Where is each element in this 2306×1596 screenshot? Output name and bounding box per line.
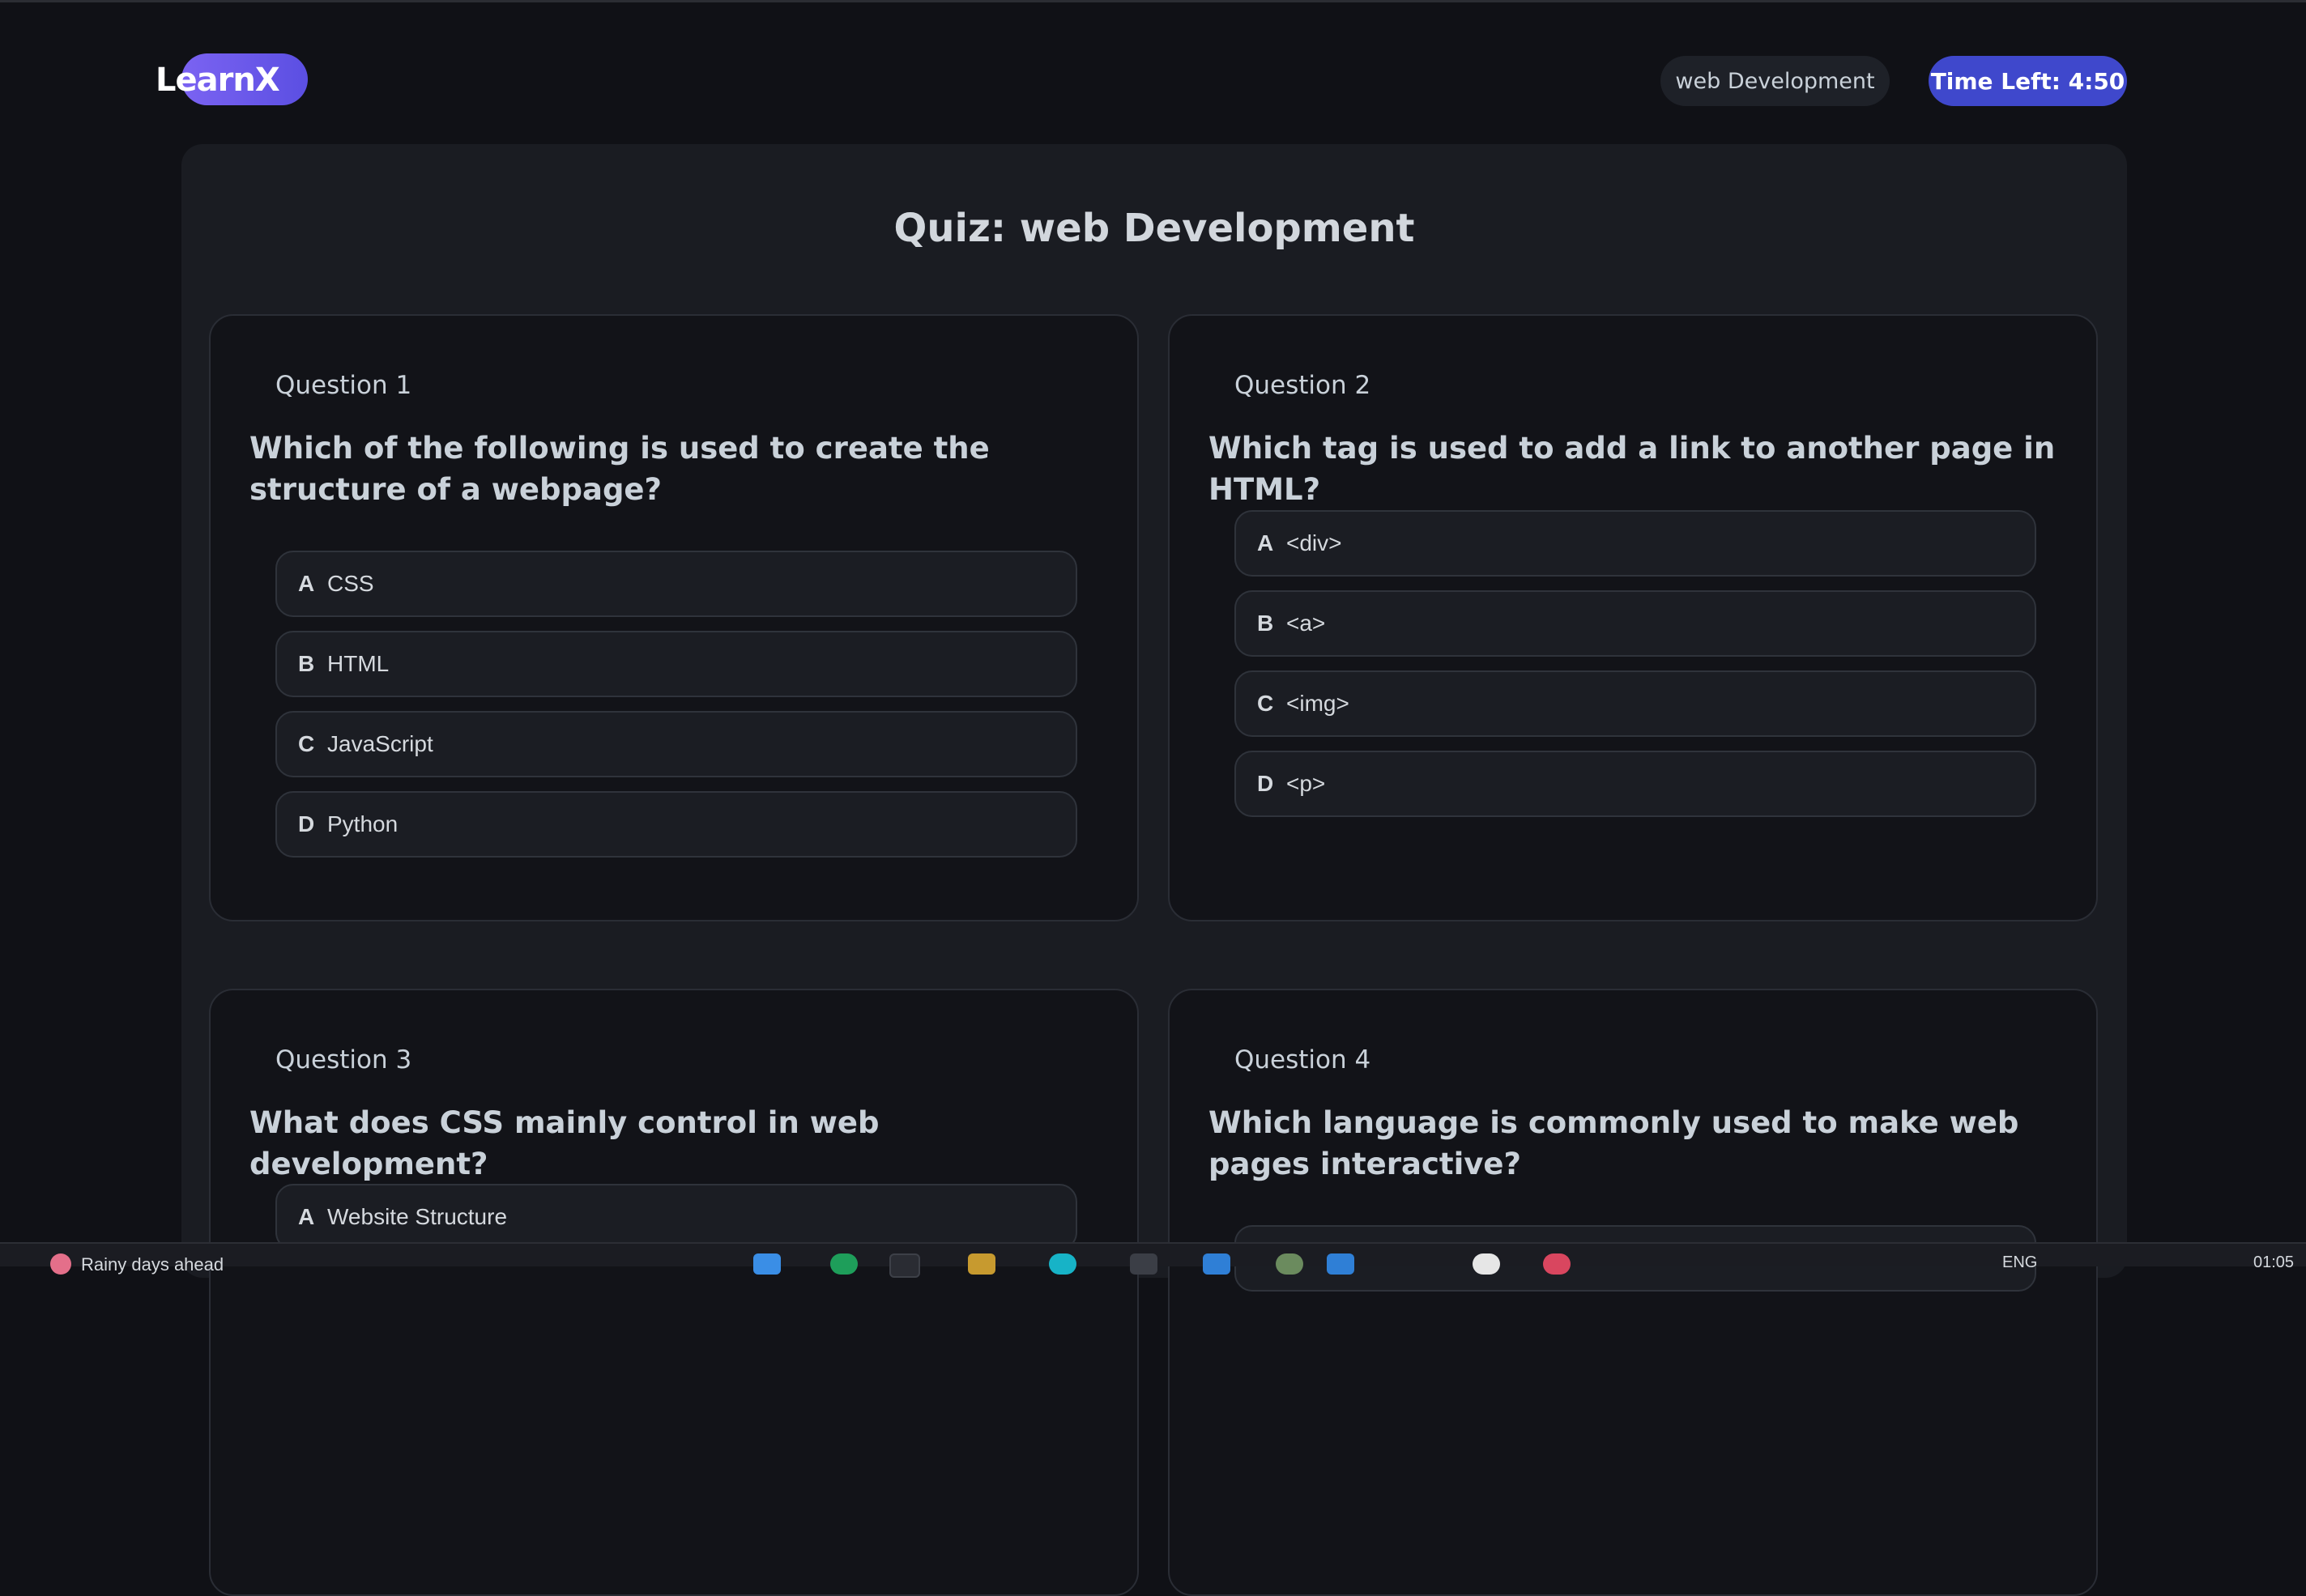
- code-editor-icon[interactable]: [1203, 1253, 1230, 1275]
- start-icon[interactable]: [753, 1253, 781, 1275]
- question-card-1: Question 1 Which of the following is use…: [209, 314, 1139, 921]
- weather-text[interactable]: Rainy days ahead: [81, 1254, 224, 1275]
- question-card-2: Question 2 Which tag is used to add a li…: [1168, 314, 2098, 921]
- app-icon[interactable]: [1473, 1253, 1500, 1275]
- option-text: <a>: [1286, 611, 1326, 636]
- option-letter: D: [1257, 771, 1274, 796]
- option-c[interactable]: C <img>: [1234, 670, 2036, 737]
- messaging-icon[interactable]: [1049, 1253, 1076, 1275]
- question-text: What does CSS mainly control in web deve…: [249, 1105, 880, 1181]
- question-text: Which of the following is used to create…: [249, 431, 990, 507]
- file-explorer-icon[interactable]: [968, 1253, 995, 1275]
- question-label: Question 3: [275, 1045, 412, 1075]
- question-text: Which language is commonly used to make …: [1208, 1105, 2019, 1181]
- clock[interactable]: 01:05: [2253, 1253, 2294, 1272]
- quiz-title: Quiz: web Development: [893, 206, 1415, 251]
- media-icon[interactable]: [1543, 1253, 1571, 1275]
- option-letter: A: [298, 571, 315, 596]
- logo-text: LearnX: [156, 62, 280, 99]
- mail-icon[interactable]: [1327, 1253, 1354, 1275]
- option-a[interactable]: A <div>: [1234, 510, 2036, 577]
- option-text: <div>: [1286, 530, 1342, 555]
- option-a[interactable]: A Website Structure: [275, 1184, 1077, 1250]
- option-b[interactable]: B HTML: [275, 631, 1077, 697]
- option-a[interactable]: A CSS: [275, 551, 1077, 617]
- option-text: CSS: [327, 571, 374, 596]
- profile-icon[interactable]: [1276, 1253, 1303, 1275]
- option-text: Website Structure: [327, 1204, 508, 1229]
- subject-badge: web Development: [1660, 56, 1890, 106]
- question-text: Which tag is used to add a link to anoth…: [1208, 431, 2056, 507]
- weather-icon[interactable]: [50, 1253, 71, 1275]
- option-c[interactable]: C JavaScript: [275, 711, 1077, 777]
- timer-badge: Time Left: 4:50: [1929, 56, 2127, 106]
- option-d[interactable]: D <p>: [1234, 751, 2036, 817]
- quiz-panel: Quiz: web Development Question 1 Which o…: [181, 144, 2127, 1596]
- option-letter: C: [1257, 691, 1274, 716]
- os-taskbar: Rainy days ahead ENG 01:05: [0, 1242, 2306, 1278]
- option-d[interactable]: D Python: [275, 791, 1077, 858]
- option-letter: D: [298, 811, 315, 836]
- option-letter: B: [298, 651, 315, 676]
- option-letter: C: [298, 731, 315, 756]
- question-label: Question 1: [275, 371, 412, 400]
- option-letter: B: [1257, 611, 1274, 636]
- question-label: Question 2: [1234, 371, 1371, 400]
- question-label: Question 4: [1234, 1045, 1371, 1075]
- option-text: <p>: [1286, 771, 1326, 796]
- option-b[interactable]: B <a>: [1234, 590, 2036, 657]
- store-icon[interactable]: [1130, 1253, 1157, 1275]
- chat-app-icon[interactable]: [830, 1253, 858, 1275]
- option-letter: A: [298, 1204, 315, 1229]
- question-card-4: Question 4 Which language is commonly us…: [1168, 989, 2098, 1596]
- browser-icon[interactable]: [889, 1253, 920, 1278]
- option-text: HTML: [327, 651, 390, 676]
- option-letter: A: [1257, 530, 1274, 555]
- question-card-3: Question 3 What does CSS mainly control …: [209, 989, 1139, 1596]
- option-text: JavaScript: [327, 731, 433, 756]
- option-text: <img>: [1286, 691, 1349, 716]
- option-text: Python: [327, 811, 399, 836]
- app-header: LearnX web Development Time Left: 4:50: [0, 2, 2306, 144]
- logo[interactable]: LearnX: [156, 53, 308, 108]
- language-indicator[interactable]: ENG: [2002, 1253, 2037, 1272]
